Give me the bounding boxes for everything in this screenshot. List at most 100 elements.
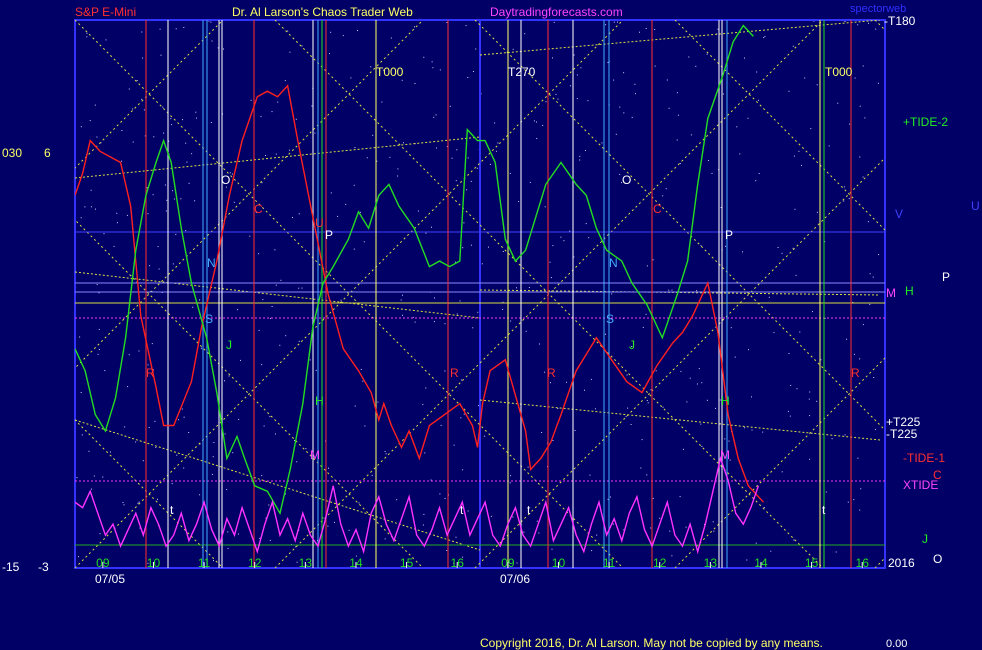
x-tick-label: 14 [754, 556, 768, 570]
star [536, 520, 538, 522]
star [467, 77, 469, 78]
x-tick-label: 12 [653, 556, 667, 570]
star [689, 377, 691, 379]
star [185, 142, 187, 144]
star [227, 531, 229, 533]
star [747, 117, 749, 119]
marker-h-day2: H [721, 394, 730, 408]
star [425, 232, 427, 234]
star [435, 114, 437, 116]
grid-diagonal [0, 20, 23, 568]
star [444, 323, 446, 325]
star [397, 168, 399, 170]
star [510, 320, 512, 322]
star [157, 498, 158, 500]
star [116, 212, 118, 214]
star [370, 66, 372, 68]
star [301, 45, 303, 47]
star [81, 434, 83, 436]
star [677, 114, 679, 116]
star [579, 155, 581, 157]
star [444, 498, 446, 499]
star [477, 311, 479, 313]
star [289, 51, 291, 53]
star [550, 277, 552, 279]
star [136, 80, 138, 81]
star [172, 263, 174, 265]
star [147, 213, 149, 215]
star [159, 28, 161, 30]
star [700, 245, 702, 247]
star [473, 71, 474, 72]
star [666, 79, 668, 81]
star [210, 122, 212, 123]
vertical-time-lines [145, 20, 852, 568]
star [432, 67, 434, 69]
star [550, 382, 551, 384]
star [430, 479, 432, 481]
star [859, 358, 861, 360]
site-title: Dr. Al Larson's Chaos Trader Web [232, 5, 413, 19]
star [417, 210, 419, 212]
star [363, 241, 365, 243]
marker-o-day2: O [622, 173, 632, 187]
star [816, 84, 818, 86]
grid-diagonal [75, 20, 224, 169]
star [154, 420, 156, 422]
star [425, 387, 427, 389]
star [695, 65, 697, 67]
star [224, 433, 226, 435]
star [372, 134, 374, 136]
star [679, 163, 681, 164]
star [579, 159, 581, 161]
marker-r-2: R [450, 366, 459, 380]
marker-r-1: R [146, 366, 155, 380]
star [226, 489, 228, 490]
star [353, 248, 355, 250]
star [188, 182, 190, 184]
star [340, 299, 342, 301]
star [348, 529, 350, 531]
site-domain-link[interactable]: Daytradingforecasts.com [490, 5, 623, 19]
star [149, 265, 151, 267]
star [794, 208, 796, 210]
star [742, 251, 743, 253]
star [631, 116, 633, 118]
star [576, 98, 578, 100]
star [157, 246, 159, 248]
star [859, 105, 861, 107]
star [596, 534, 598, 536]
star [488, 246, 489, 248]
star [799, 331, 801, 333]
star [669, 530, 671, 532]
star [872, 276, 874, 278]
star [854, 77, 856, 79]
marker-r-4: R [851, 366, 860, 380]
star [163, 132, 165, 134]
star [748, 349, 749, 351]
star [619, 106, 621, 108]
star [788, 90, 790, 92]
star [552, 245, 554, 247]
star [715, 407, 716, 409]
star [275, 433, 276, 435]
star [847, 501, 849, 503]
star [724, 438, 726, 440]
star [402, 294, 403, 296]
star [449, 105, 451, 107]
star [630, 424, 632, 425]
star [746, 559, 748, 561]
star [94, 104, 96, 106]
star [433, 116, 435, 118]
star [549, 261, 551, 263]
star [655, 370, 657, 372]
star [366, 157, 368, 159]
label-j: J [922, 532, 928, 546]
marker-t-4: t [822, 503, 826, 517]
star [185, 230, 187, 232]
star [188, 432, 190, 433]
star [654, 65, 656, 67]
star [717, 28, 719, 30]
star [231, 173, 233, 175]
marker-t-3: t [527, 503, 531, 517]
